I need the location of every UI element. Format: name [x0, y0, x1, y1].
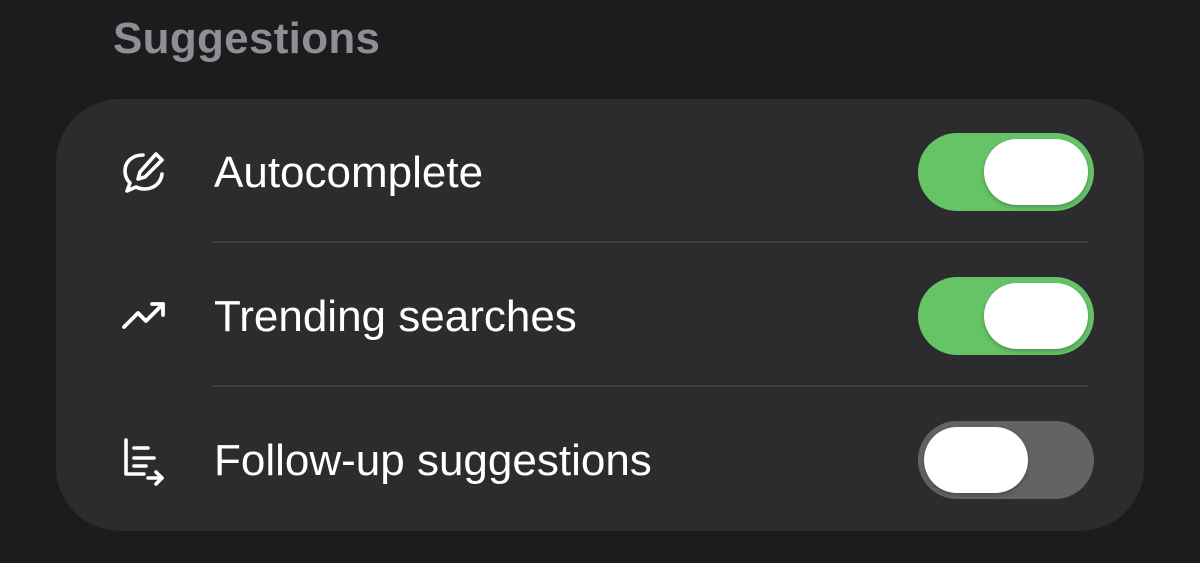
- toggle-knob: [924, 427, 1028, 493]
- toggle-knob: [984, 139, 1088, 205]
- autocomplete-icon: [118, 146, 170, 198]
- setting-row-follow-up-suggestions: Follow-up suggestions: [56, 387, 1144, 531]
- setting-label: Trending searches: [214, 292, 577, 341]
- trending-searches-toggle[interactable]: [918, 277, 1094, 355]
- follow-up-suggestions-toggle[interactable]: [918, 421, 1094, 499]
- trending-up-icon: [118, 290, 170, 342]
- setting-label: Autocomplete: [214, 148, 484, 197]
- setting-label: Follow-up suggestions: [214, 436, 652, 485]
- toggle-knob: [984, 283, 1088, 349]
- autocomplete-toggle[interactable]: [918, 133, 1094, 211]
- section-header: Suggestions: [113, 14, 381, 63]
- setting-row-autocomplete: Autocomplete: [56, 99, 1144, 243]
- suggestions-card: Autocomplete Trending searches Follow-up…: [56, 99, 1144, 531]
- setting-row-trending-searches: Trending searches: [56, 243, 1144, 387]
- follow-up-icon: [118, 434, 170, 486]
